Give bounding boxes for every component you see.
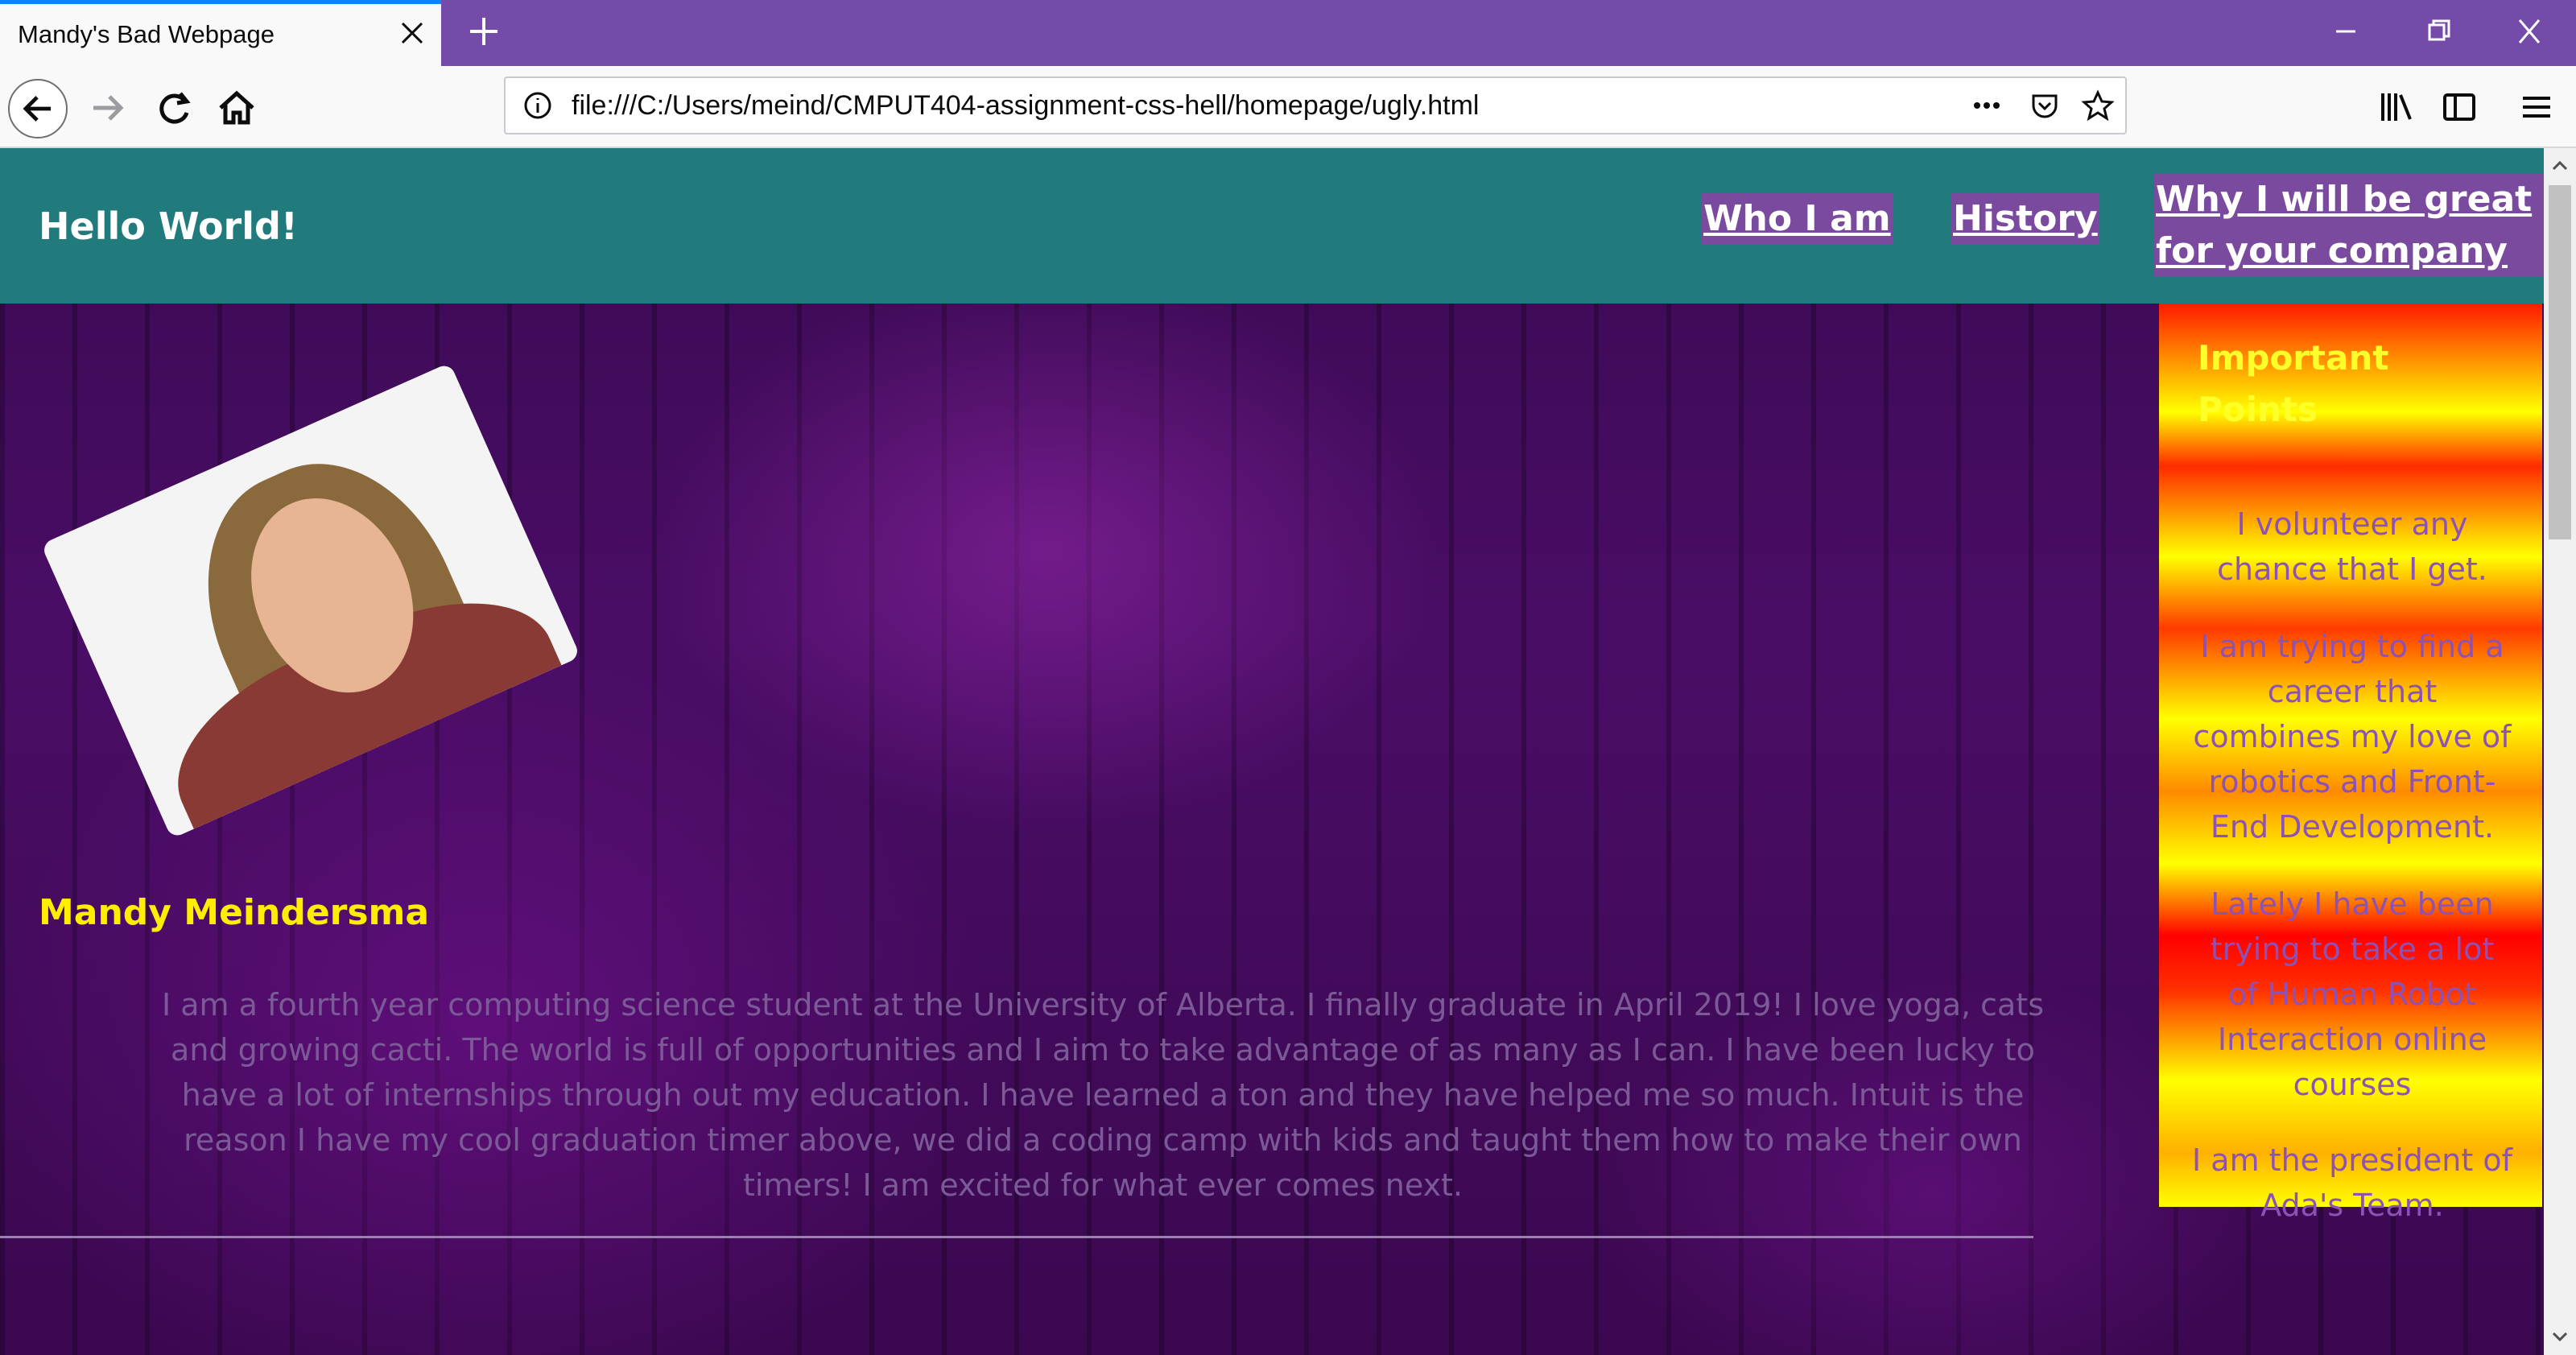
menu-icon[interactable] <box>2516 87 2557 127</box>
nav-link-why-great[interactable]: Why I will be great for your company <box>2154 174 2544 277</box>
nav-link-history[interactable]: History <box>1951 193 2099 245</box>
site-header: Hello World! Who I am History Why I will… <box>0 148 2544 304</box>
scrollbar-thumb[interactable] <box>2549 185 2571 539</box>
browser-titlebar: Mandy's Bad Webpage <box>0 0 2576 66</box>
scroll-up-icon[interactable] <box>2549 155 2571 177</box>
sidebar-point: Lately I have been trying to take a lot … <box>2210 886 2495 1102</box>
nav-link-who-i-am[interactable]: Who I am <box>1702 193 1893 245</box>
tab-title: Mandy's Bad Webpage <box>18 20 275 48</box>
vertical-scrollbar[interactable] <box>2544 148 2576 1355</box>
info-icon[interactable] <box>520 88 555 123</box>
browser-tab[interactable]: Mandy's Bad Webpage <box>0 0 441 66</box>
pocket-icon[interactable] <box>2027 88 2062 123</box>
sidebar-title-line1: Important <box>2198 338 2389 378</box>
restore-icon[interactable] <box>2418 14 2457 48</box>
forward-arrow-icon[interactable] <box>82 82 134 134</box>
url-text[interactable]: file:///C:/Users/meind/CMPUT404-assignme… <box>572 90 1479 122</box>
browser-toolbar: file:///C:/Users/meind/CMPUT404-assignme… <box>0 66 2576 148</box>
profile-bio: I am a fourth year computing science stu… <box>161 987 2045 1203</box>
profile-photo <box>40 362 581 839</box>
minimize-icon[interactable] <box>2326 14 2365 48</box>
sidebar-icon[interactable] <box>2439 87 2479 127</box>
important-points-sidebar: Important Points I volunteer any chance … <box>2159 304 2542 1223</box>
sidebar-point: I am the president of Ada's Team. <box>2192 1142 2512 1223</box>
sidebar-title-line2: Points <box>2198 390 2318 429</box>
close-window-icon[interactable] <box>2510 14 2549 48</box>
address-bar[interactable]: file:///C:/Users/meind/CMPUT404-assignme… <box>504 76 2127 134</box>
nav-why-line2[interactable]: for your company <box>2156 230 2508 271</box>
home-icon[interactable] <box>211 82 262 134</box>
close-tab-icon[interactable] <box>394 15 430 51</box>
sidebar-point: I am trying to find a career that combin… <box>2193 629 2512 845</box>
page-viewport: Hello World! Who I am History Why I will… <box>0 148 2544 1355</box>
profile-name: Mandy Meindersma <box>39 892 430 933</box>
back-arrow-icon[interactable] <box>8 79 68 138</box>
divider <box>0 1236 2033 1238</box>
scroll-down-icon[interactable] <box>2549 1325 2571 1348</box>
sidebar-point: I volunteer any chance that I get. <box>2217 506 2487 587</box>
nav-why-line1[interactable]: Why I will be great <box>2156 179 2532 220</box>
more-actions-icon[interactable] <box>1969 88 2004 123</box>
sidebar-title: Important Points <box>2198 333 2439 436</box>
new-tab-icon[interactable] <box>464 11 504 52</box>
reload-icon[interactable] <box>148 82 200 134</box>
library-icon[interactable] <box>2376 87 2417 127</box>
site-title: Hello World! <box>39 204 298 248</box>
bookmark-star-icon[interactable] <box>2080 88 2116 123</box>
